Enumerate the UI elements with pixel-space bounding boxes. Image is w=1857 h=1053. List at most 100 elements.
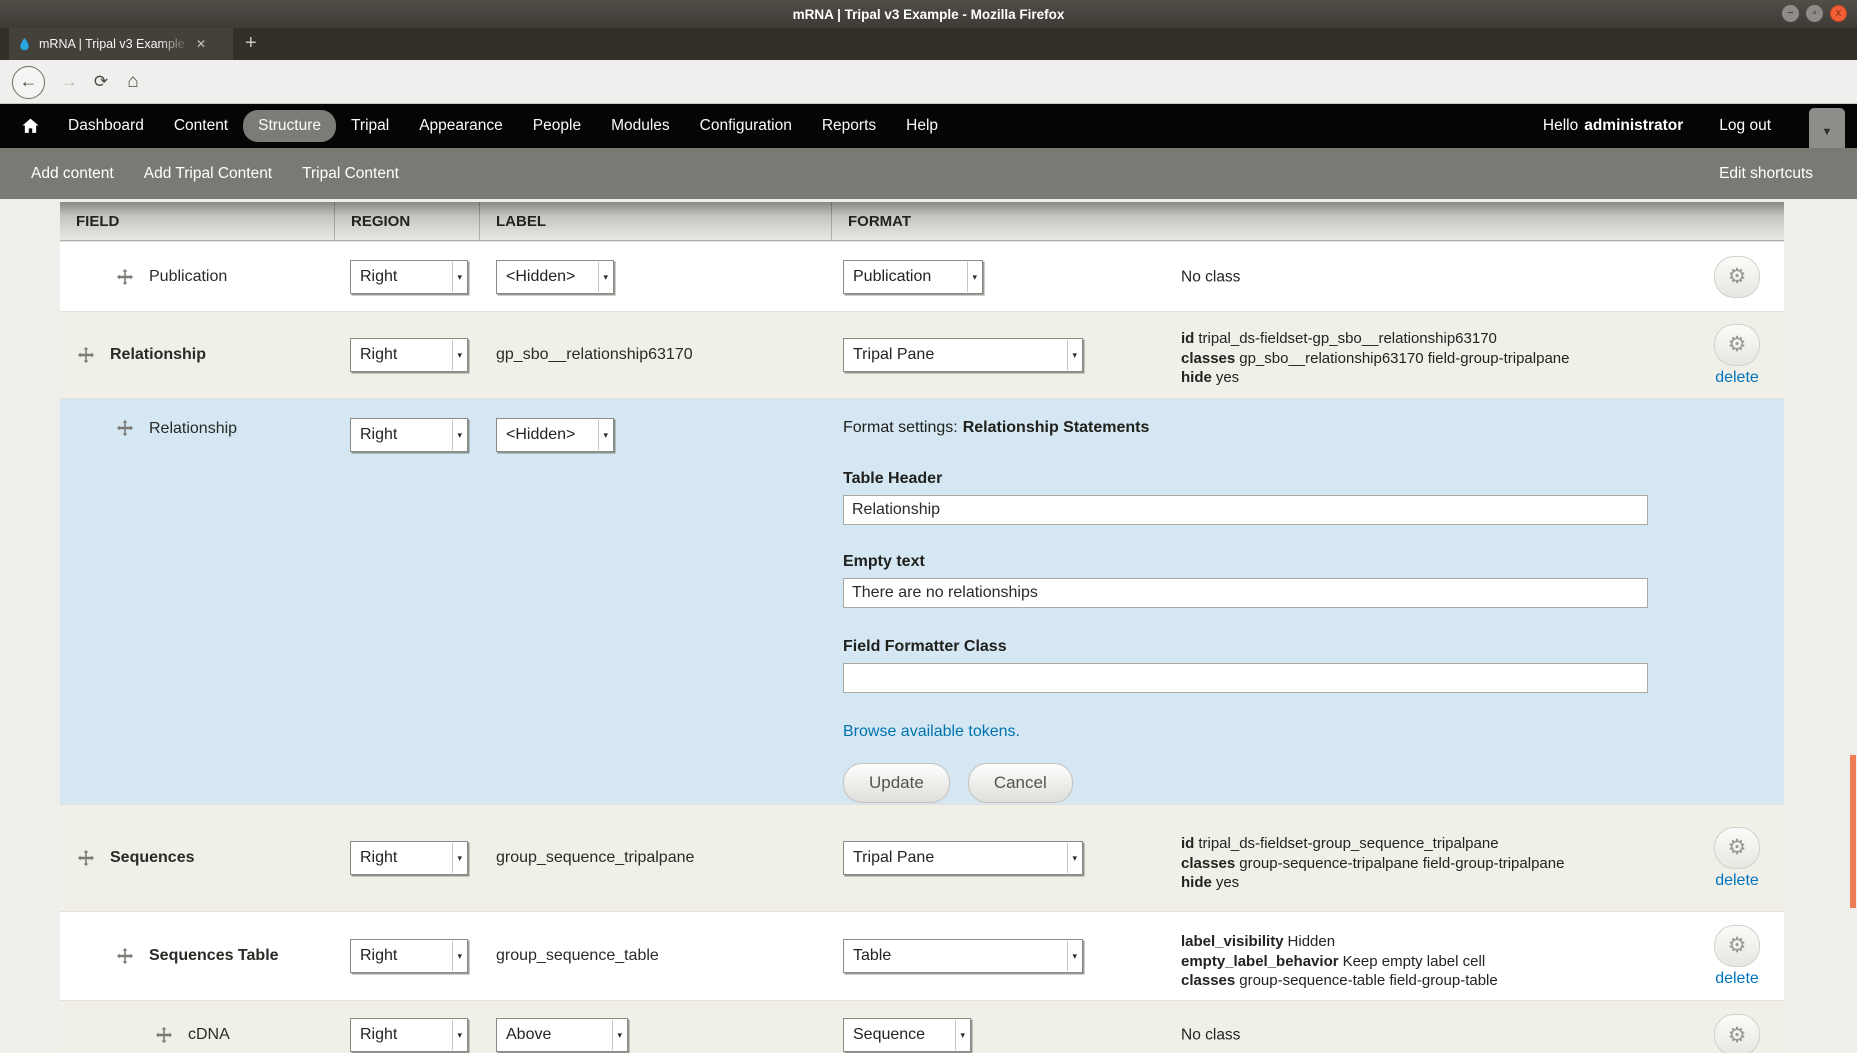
drag-handle-icon[interactable] bbox=[156, 1027, 172, 1043]
firefox-window: mRNA | Tripal v3 Example - Mozilla Firef… bbox=[0, 0, 1857, 1053]
back-button[interactable]: ← bbox=[12, 66, 45, 99]
format-select[interactable]: Publication▾ bbox=[843, 260, 983, 294]
forward-button[interactable]: → bbox=[56, 69, 82, 95]
menu-item-modules[interactable]: Modules bbox=[596, 110, 685, 142]
settings-gear-button[interactable]: ⚙ bbox=[1714, 827, 1760, 869]
chevron-down-icon: ▾ bbox=[955, 1020, 965, 1050]
reload-button[interactable]: ⟳ bbox=[88, 69, 114, 95]
shortcut-add-tripal-content[interactable]: Add Tripal Content bbox=[144, 165, 272, 183]
update-button[interactable]: Update bbox=[843, 763, 950, 803]
greeting-text: Hello bbox=[1543, 117, 1578, 135]
format-select[interactable]: Table▾ bbox=[843, 939, 1083, 973]
delete-link[interactable]: delete bbox=[1715, 369, 1759, 387]
chevron-down-icon: ▾ bbox=[452, 340, 462, 370]
chevron-down-icon: ▾ bbox=[1067, 941, 1077, 971]
drag-handle-icon[interactable] bbox=[78, 850, 94, 866]
browser-tab[interactable]: mRNA | Tripal v3 Example ✕ bbox=[9, 28, 233, 60]
field-name: Relationship bbox=[149, 420, 237, 438]
field-name: Relationship bbox=[110, 346, 206, 364]
menu-item-dashboard[interactable]: Dashboard bbox=[53, 110, 159, 142]
menu-item-configuration[interactable]: Configuration bbox=[685, 110, 807, 142]
format-select[interactable]: Sequence▾ bbox=[843, 1018, 971, 1052]
menu-item-content[interactable]: Content bbox=[159, 110, 243, 142]
tab-close-icon[interactable]: ✕ bbox=[196, 37, 206, 51]
delete-link[interactable]: delete bbox=[1715, 872, 1759, 890]
menu-item-help[interactable]: Help bbox=[891, 110, 953, 142]
table-row: Publication Right▾ <Hidden>▾ Publication… bbox=[60, 241, 1784, 311]
region-select[interactable]: Right▾ bbox=[350, 841, 468, 875]
shortcut-add-content[interactable]: Add content bbox=[31, 165, 114, 183]
menu-item-reports[interactable]: Reports bbox=[807, 110, 891, 142]
maximize-icon[interactable]: ▫ bbox=[1806, 5, 1823, 22]
region-select[interactable]: Right▾ bbox=[350, 1018, 468, 1052]
admin-menu-bar: Dashboard Content Structure Tripal Appea… bbox=[0, 104, 1857, 148]
delete-link[interactable]: delete bbox=[1715, 970, 1759, 988]
label-select[interactable]: <Hidden>▾ bbox=[496, 260, 614, 294]
format-select[interactable]: Tripal Pane▾ bbox=[843, 841, 1083, 875]
chevron-down-icon: ▾ bbox=[452, 1020, 462, 1050]
region-select[interactable]: Right▾ bbox=[350, 260, 468, 294]
drag-handle-icon[interactable] bbox=[117, 420, 133, 436]
admin-home-icon[interactable] bbox=[22, 118, 39, 134]
format-select[interactable]: Tripal Pane▾ bbox=[843, 338, 1083, 372]
region-select[interactable]: Right▾ bbox=[350, 939, 468, 973]
table-header-label: Table Header bbox=[843, 470, 1648, 488]
drag-handle-icon[interactable] bbox=[117, 948, 133, 964]
edit-shortcuts-link[interactable]: Edit shortcuts bbox=[1719, 165, 1813, 183]
chevron-down-icon: ▾ bbox=[452, 941, 462, 971]
menu-item-people[interactable]: People bbox=[518, 110, 596, 142]
table-row: Sequences Table Right▾ group_sequence_ta… bbox=[60, 911, 1784, 1000]
table-row-settings: Relationship Right▾ <Hidden>▾ Format set… bbox=[60, 398, 1784, 804]
format-summary: No class bbox=[1181, 267, 1240, 287]
machine-name-label: group_sequence_table bbox=[496, 947, 659, 964]
table-row: Relationship Right▾ gp_sbo__relationship… bbox=[60, 311, 1784, 398]
field-formatter-class-label: Field Formatter Class bbox=[843, 638, 1648, 656]
shortcut-tripal-content[interactable]: Tripal Content bbox=[302, 165, 399, 183]
manage-display-table: FIELD REGION LABEL FORMAT Publication Ri… bbox=[60, 202, 1784, 1053]
table-header-input[interactable] bbox=[843, 495, 1648, 525]
chevron-down-icon: ▾ bbox=[1067, 843, 1077, 873]
window-titlebar: mRNA | Tripal v3 Example - Mozilla Firef… bbox=[0, 0, 1857, 28]
column-header-field: FIELD bbox=[60, 202, 335, 240]
table-row: Sequences Right▾ group_sequence_tripalpa… bbox=[60, 804, 1784, 911]
scrollbar-track[interactable] bbox=[1847, 398, 1857, 1053]
format-summary: idtripal_ds-fieldset-gp_sbo__relationshi… bbox=[1181, 329, 1569, 388]
label-select[interactable]: <Hidden>▾ bbox=[496, 418, 614, 452]
drupal-favicon bbox=[17, 37, 32, 52]
new-tab-button[interactable]: + bbox=[233, 28, 269, 60]
empty-text-input[interactable] bbox=[843, 578, 1648, 608]
region-select[interactable]: Right▾ bbox=[350, 418, 468, 452]
home-button[interactable]: ⌂ bbox=[120, 69, 146, 95]
format-settings-heading: Format settings:Relationship Statements bbox=[843, 419, 1648, 437]
field-formatter-class-input[interactable] bbox=[843, 663, 1648, 693]
cancel-button[interactable]: Cancel bbox=[968, 763, 1073, 803]
close-icon[interactable]: x bbox=[1830, 5, 1847, 22]
label-select[interactable]: Above▾ bbox=[496, 1018, 628, 1052]
settings-gear-button[interactable]: ⚙ bbox=[1714, 925, 1760, 967]
field-name: cDNA bbox=[188, 1026, 230, 1044]
page-content: FIELD REGION LABEL FORMAT Publication Ri… bbox=[0, 199, 1857, 1053]
tab-title: mRNA | Tripal v3 Example bbox=[39, 37, 189, 51]
column-header-region: REGION bbox=[335, 202, 480, 240]
chevron-down-icon: ▾ bbox=[612, 1020, 622, 1050]
settings-gear-button[interactable]: ⚙ bbox=[1714, 324, 1760, 366]
browse-tokens-link[interactable]: Browse available tokens. bbox=[843, 723, 1020, 741]
settings-gear-button[interactable]: ⚙ bbox=[1714, 1014, 1760, 1053]
drag-handle-icon[interactable] bbox=[117, 269, 133, 285]
menu-item-structure[interactable]: Structure bbox=[243, 110, 336, 142]
machine-name-label: group_sequence_tripalpane bbox=[496, 849, 694, 866]
chevron-down-icon: ▾ bbox=[452, 420, 462, 450]
scrollbar-thumb[interactable] bbox=[1850, 755, 1856, 908]
tab-bar: mRNA | Tripal v3 Example ✕ + bbox=[0, 28, 1857, 60]
region-select[interactable]: Right▾ bbox=[350, 338, 468, 372]
settings-gear-button[interactable]: ⚙ bbox=[1714, 256, 1760, 298]
field-name: Sequences Table bbox=[149, 947, 279, 965]
column-header-label: LABEL bbox=[480, 202, 832, 240]
menu-item-appearance[interactable]: Appearance bbox=[404, 110, 518, 142]
drag-handle-icon[interactable] bbox=[78, 347, 94, 363]
format-summary: No class bbox=[1181, 1025, 1240, 1045]
menu-item-tripal[interactable]: Tripal bbox=[336, 110, 404, 142]
field-name: Publication bbox=[149, 268, 227, 286]
logout-link[interactable]: Log out bbox=[1719, 117, 1771, 135]
minimize-icon[interactable]: − bbox=[1782, 5, 1799, 22]
